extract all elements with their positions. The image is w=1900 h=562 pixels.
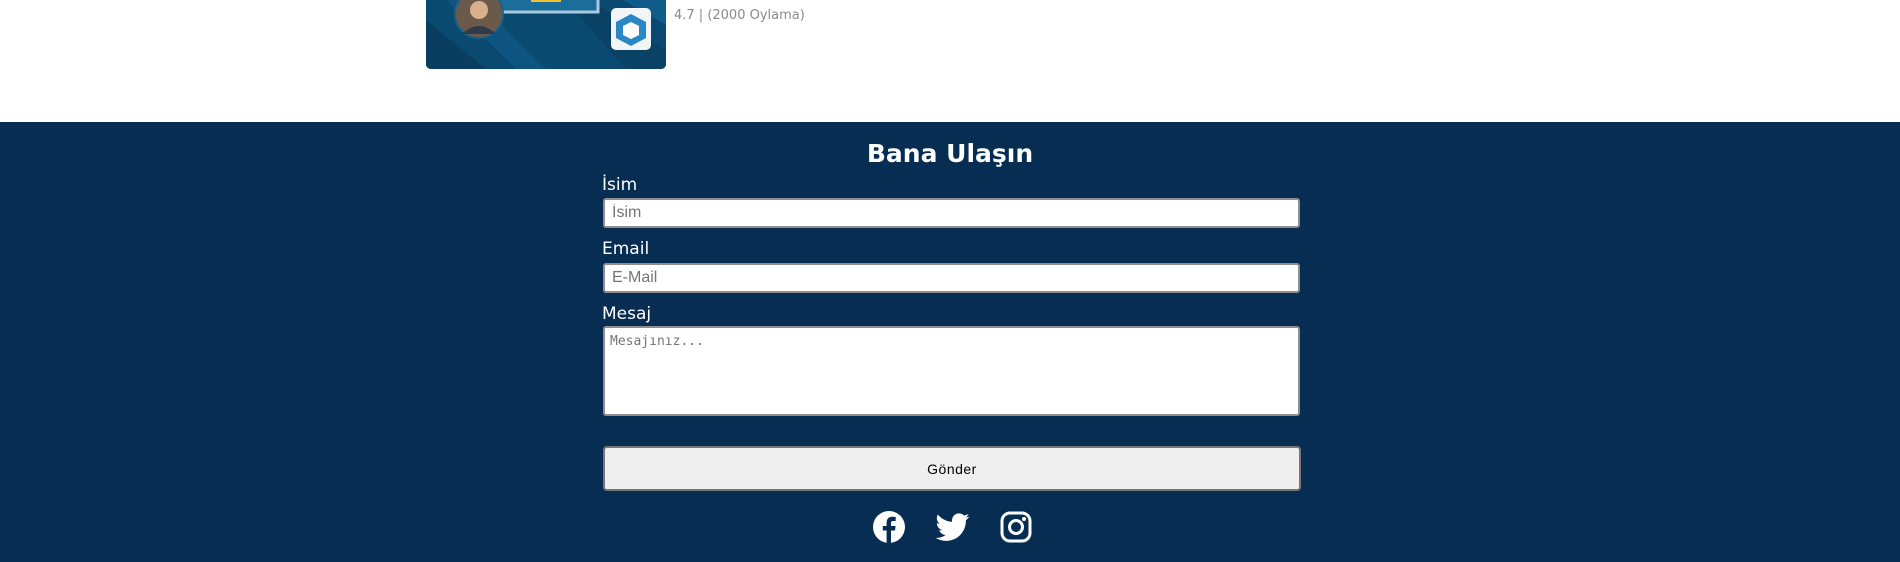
instagram-link[interactable]: [999, 510, 1033, 544]
message-textarea[interactable]: [603, 326, 1300, 416]
facebook-link[interactable]: [872, 510, 906, 544]
twitter-icon: [935, 513, 970, 541]
course-thumbnail-image: [426, 0, 666, 69]
name-label: İsim: [602, 175, 638, 195]
email-input[interactable]: [603, 263, 1300, 293]
course-section: 4.7 | (2000 Oylama): [0, 0, 1900, 122]
course-thumbnail[interactable]: [426, 0, 666, 69]
contact-footer: Bana Ulaşın İsim Email Mesaj Gönder: [0, 122, 1900, 562]
facebook-icon: [873, 511, 905, 543]
message-label: Mesaj: [602, 304, 652, 324]
social-links: [0, 510, 1900, 550]
course-rating: 4.7 | (2000 Oylama): [674, 8, 805, 23]
submit-button[interactable]: Gönder: [603, 446, 1301, 491]
instagram-icon: [1000, 511, 1032, 543]
contact-title: Bana Ulaşın: [866, 139, 1034, 168]
name-input[interactable]: [603, 198, 1300, 228]
twitter-link[interactable]: [935, 510, 970, 544]
email-label: Email: [602, 239, 650, 259]
